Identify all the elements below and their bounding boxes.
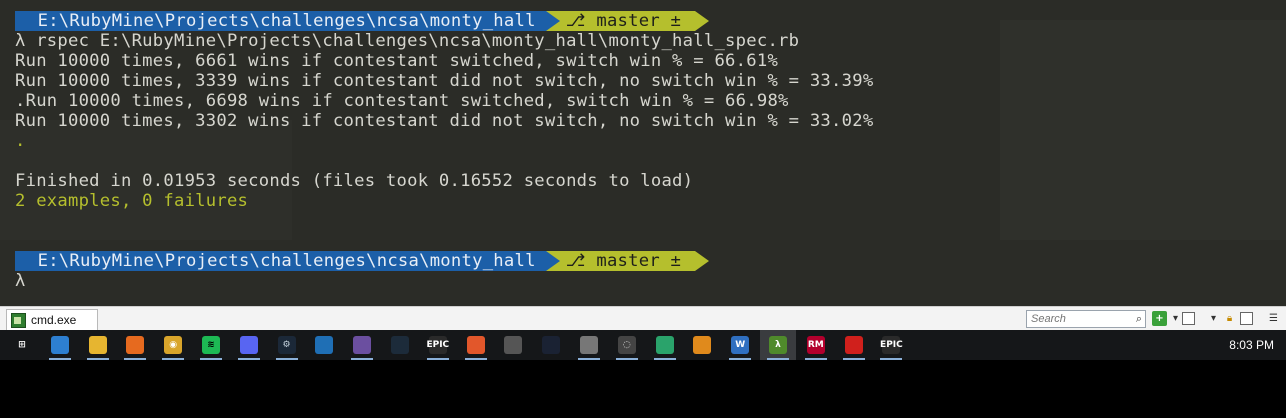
taskbar-app-skull-icon[interactable] [571,330,607,360]
terminal-line: Run 10000 times, 3302 wins if contestant… [15,111,874,131]
cmd-icon [11,312,26,328]
terminal-line: Finished in 0.01953 seconds (files took … [15,171,694,191]
taskbar-epic-games-icon[interactable]: EPIC [420,330,456,360]
app-orange-icon [466,336,485,354]
taskbar-acrobat-icon[interactable] [836,330,872,360]
git-branch-icon: ⎇ [565,11,597,31]
terminal-window[interactable]: E:\RubyMine\Projects\challenges\ncsa\mon… [0,0,1286,306]
origin-gg-icon [353,336,372,354]
taskbar-app-green-icon[interactable] [647,330,683,360]
powerline-separator [545,251,560,271]
taskbar-app-circle-icon[interactable]: ◌ [609,330,645,360]
desktop-icon [50,336,69,354]
taskbar-windows-start-icon[interactable]: ⊞ [4,330,40,360]
app-green-icon [655,336,674,354]
tab-label: cmd.exe [31,313,77,327]
powerline-separator [695,11,710,31]
league-icon [391,336,409,354]
dropdown-icon[interactable]: ▾ [1206,311,1221,326]
taskbar-file-explorer-icon[interactable] [80,330,116,360]
taskbar-firefox-icon[interactable] [117,330,153,360]
taskbar-steam-icon[interactable]: ⚙ [269,330,305,360]
powerline-separator [545,11,560,31]
menu-icon[interactable]: ☰ [1266,311,1281,326]
powerline-separator [695,251,710,271]
app-grey-icon [504,336,523,354]
terminal-line: λ rspec E:\RubyMine\Projects\challenges\… [15,31,800,51]
console-status-bar: cmd.exe ⌕ + ▾ ▾ 🔒︎ ☰ [0,306,1286,330]
taskbar-app-fl-icon[interactable] [684,330,720,360]
app-blue-icon [315,336,334,354]
taskbar-discord-icon[interactable] [231,330,267,360]
taskbar-app-orange-icon[interactable] [458,330,494,360]
terminal-line: 2 examples, 0 failures [15,191,249,211]
panel-icon[interactable] [1182,312,1195,325]
file-explorer-icon [88,336,107,354]
app-w-icon: W [731,336,750,354]
search-icon[interactable]: ⌕ [1136,312,1142,326]
lock-icon[interactable]: 🔒︎ [1222,311,1237,326]
prompt-line-1: E:\RubyMine\Projects\challenges\ncsa\mon… [15,11,710,31]
chrome-icon: ◉ [164,336,183,354]
git-branch-icon: ⎇ [565,251,597,271]
epic-games-icon: EPIC [426,336,449,354]
background-window-ghost [1000,20,1286,240]
terminal-line: . [15,131,26,151]
prompt-path: E:\RubyMine\Projects\challenges\ncsa\mon… [15,251,546,271]
dropdown-icon[interactable]: ▾ [1168,311,1183,326]
windows-start-icon: ⊞ [18,340,26,350]
app-circle-icon: ◌ [617,336,636,354]
acrobat-icon [844,336,863,354]
terminal-line: .Run 10000 times, 6698 wins if contestan… [15,91,789,111]
taskbar-chrome-icon[interactable]: ◉ [155,330,191,360]
taskbar-clock[interactable]: 8:03 PM [1229,330,1274,360]
desktop-bottom [0,360,1286,418]
taskbar-cmder-icon[interactable]: λ [760,330,796,360]
app-dark-icon [542,336,561,354]
taskbar-league-icon[interactable] [382,330,418,360]
taskbar-epic-games-2-icon[interactable]: EPIC [873,330,909,360]
add-tab-icon[interactable]: + [1152,311,1167,326]
taskbar-app-dark-icon[interactable] [533,330,569,360]
prompt-path: E:\RubyMine\Projects\challenges\ncsa\mon… [15,11,546,31]
app-skull-icon [580,336,598,354]
taskbar-app-w-icon[interactable]: W [722,330,758,360]
discord-icon [239,336,258,354]
steam-icon: ⚙ [277,336,296,354]
search-input[interactable] [1027,311,1127,327]
search-field[interactable]: ⌕ [1026,310,1146,328]
terminal-line: Run 10000 times, 3339 wins if contestant… [15,71,874,91]
epic-games-2-icon: EPIC [880,336,903,354]
taskbar-desktop-icon[interactable] [42,330,78,360]
app-fl-icon [693,336,712,354]
taskbar-app-grey-icon[interactable] [495,330,531,360]
cmder-icon: λ [769,336,787,354]
tab-cmd[interactable]: cmd.exe [6,309,98,330]
taskbar-rubymine-icon[interactable]: RM [798,330,834,360]
command-input-line[interactable]: λ [15,271,26,291]
prompt-branch: ⎇ master ± [559,251,696,271]
split-view-icon[interactable] [1240,312,1253,325]
taskbar-spotify-icon[interactable]: ≋ [193,330,229,360]
taskbar-app-blue-icon[interactable] [306,330,342,360]
windows-taskbar: ⊞ ◉ ≋ ⚙ EPIC ◌ Wλ RM EPIC 8:03 PM [0,330,1286,360]
terminal-line: Run 10000 times, 6661 wins if contestant… [15,51,779,71]
spotify-icon: ≋ [202,336,220,354]
rubymine-icon: RM [806,336,825,354]
firefox-icon [126,336,145,354]
prompt-line-2: E:\RubyMine\Projects\challenges\ncsa\mon… [15,251,710,271]
prompt-branch: ⎇ master ± [559,11,696,31]
taskbar-origin-gg-icon[interactable] [344,330,380,360]
